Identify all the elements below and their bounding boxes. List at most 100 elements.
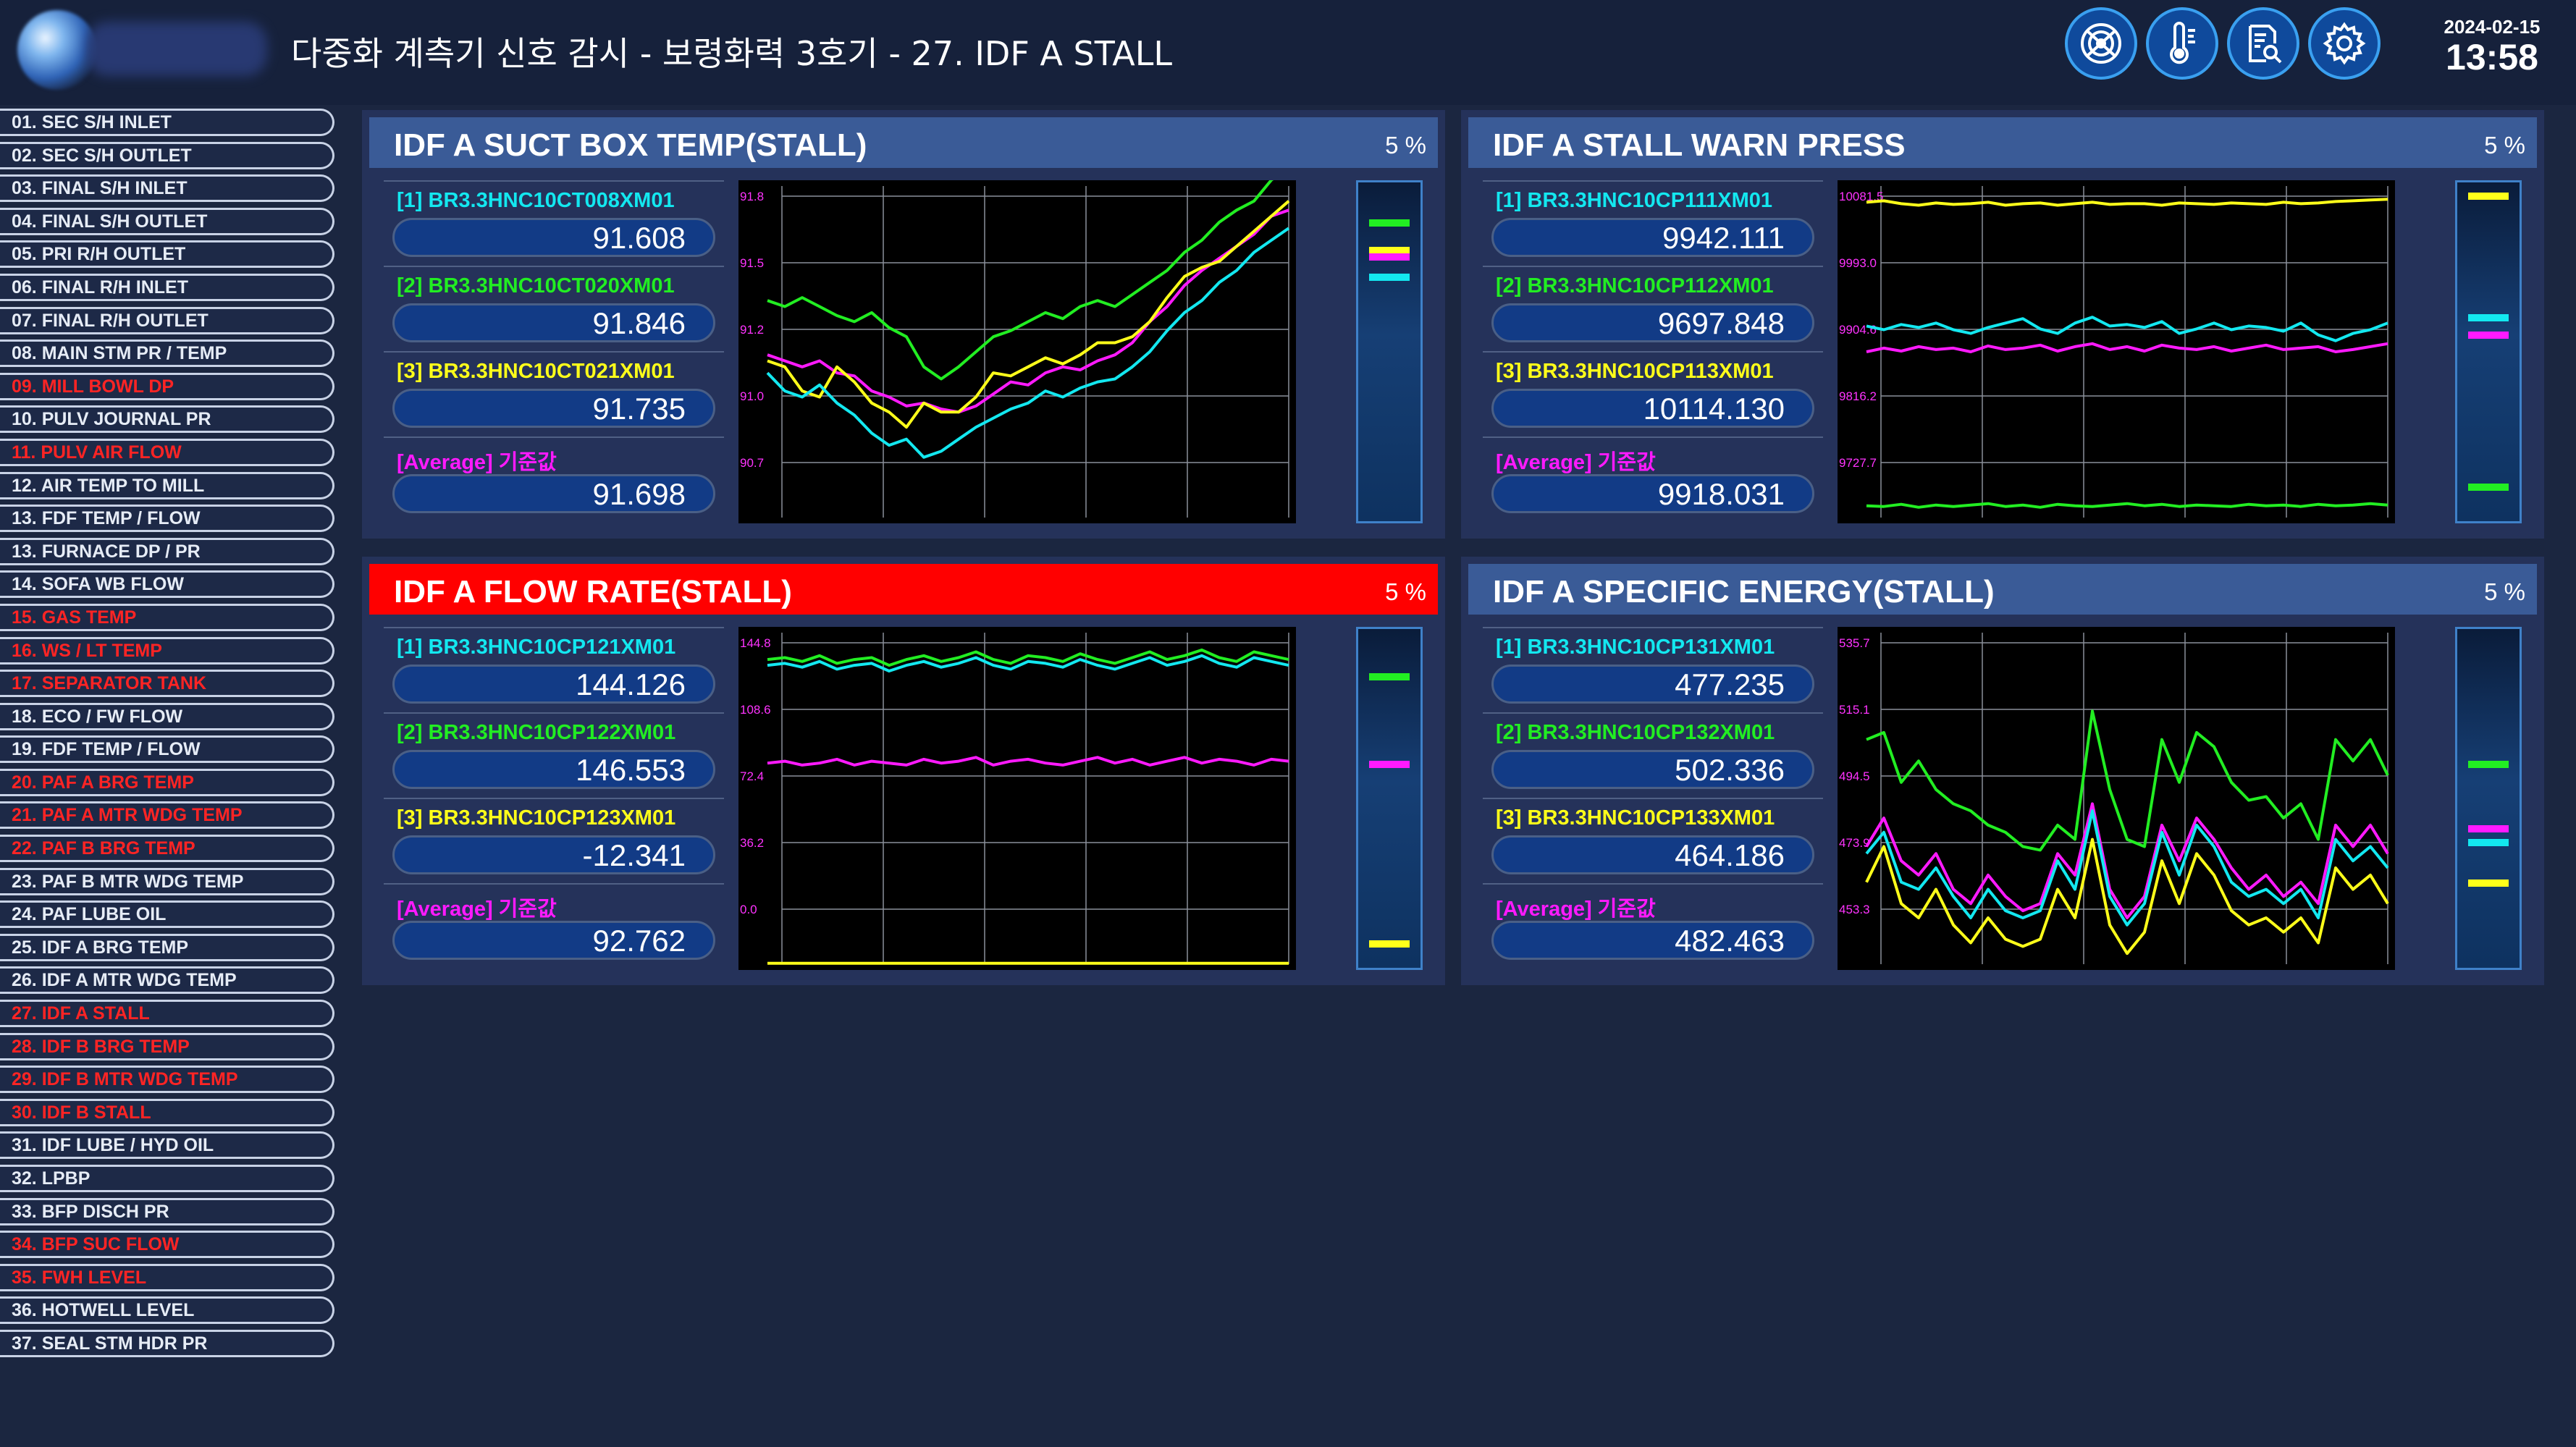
y-tick-label: 144.8 <box>740 636 771 650</box>
sidebar-item[interactable]: 28. IDF B BRG TEMP <box>0 1032 334 1060</box>
sidebar-item[interactable]: 05. PRI R/H OUTLET <box>0 240 334 269</box>
tag-label: [Average] 기준값 <box>397 898 557 921</box>
sidebar-item[interactable]: 01. SEC S/H INLET <box>0 109 334 136</box>
sidebar-item[interactable]: 10. PULV JOURNAL PR <box>0 405 334 434</box>
divider <box>384 798 724 799</box>
sidebar-item[interactable]: 13. FURNACE DP / PR <box>0 537 334 565</box>
y-tick-label: 515.1 <box>1839 703 1870 717</box>
sidebar-item[interactable]: 31. IDF LUBE / HYD OIL <box>0 1131 334 1160</box>
sidebar-item[interactable]: 11. PULV AIR FLOW <box>0 438 334 466</box>
divider <box>384 266 724 267</box>
sidebar-item[interactable]: 35. FWH LEVEL <box>0 1263 334 1291</box>
sidebar-item[interactable]: 26. IDF A MTR WDG TEMP <box>0 966 334 995</box>
sidebar-item[interactable]: 14. SOFA WB FLOW <box>0 570 334 599</box>
sidebar-item[interactable]: 20. PAF A BRG TEMP <box>0 768 334 796</box>
sidebar-item[interactable]: 19. FDF TEMP / FLOW <box>0 735 334 764</box>
y-tick-label: 453.3 <box>1839 903 1870 916</box>
sidebar-item[interactable]: 23. PAF B MTR WDG TEMP <box>0 867 334 895</box>
panel-title: IDF A STALL WARN PRESS <box>1493 127 1906 163</box>
divider <box>1483 798 1823 799</box>
sidebar-item[interactable]: 02. SEC S/H OUTLET <box>0 141 334 169</box>
panel-header: IDF A STALL WARN PRESS 5 % <box>1468 117 2537 168</box>
sidebar-item[interactable]: 22. PAF B BRG TEMP <box>0 835 334 863</box>
sidebar-item[interactable]: 24. PAF LUBE OIL <box>0 900 334 929</box>
panel-percent: 5 % <box>1385 132 1426 159</box>
sidebar-item[interactable]: 15. GAS TEMP <box>0 603 334 631</box>
sidebar-item[interactable]: 32. LPBP <box>0 1165 334 1192</box>
y-tick-label: 108.6 <box>740 703 771 717</box>
divider <box>384 712 724 714</box>
trend-chart-svg: 10081.59993.09904.69816.29727.7 <box>1839 186 2388 518</box>
tag-label: [2] BR3.3HNC10CP132XM01 <box>1496 721 1775 744</box>
panel-title: IDF A SPECIFIC ENERGY(STALL) <box>1493 574 1995 609</box>
sidebar-item[interactable]: 27. IDF A STALL <box>0 1000 334 1028</box>
sidebar-item[interactable]: 12. AIR TEMP TO MILL <box>0 471 334 499</box>
gauge-marker <box>1369 274 1410 282</box>
trend-chart[interactable]: 10081.5 9993.0 9904.6 9816.2 9727.7 <box>1838 180 2395 523</box>
tag-row: [Average] 기준값 91.698 <box>384 436 724 522</box>
sidebar-item[interactable]: 04. FINAL S/H OUTLET <box>0 207 334 235</box>
tag-label: [Average] 기준값 <box>1496 898 1656 921</box>
divider <box>384 180 724 182</box>
gauge-marker <box>2468 192 2509 200</box>
series-line <box>1866 342 2388 353</box>
tag-label: [3] BR3.3HNC10CT021XM01 <box>397 360 675 383</box>
sidebar-item[interactable]: 13. FDF TEMP / FLOW <box>0 505 334 533</box>
gauge-marker <box>2468 838 2509 846</box>
tag-value: 91.698 <box>392 474 715 513</box>
tag-label: [1] BR3.3HNC10CT008XM01 <box>397 189 675 212</box>
y-tick-label: 36.2 <box>740 836 764 850</box>
sidebar-nav: 01. SEC S/H INLET 02. SEC S/H OUTLET 03. F… <box>0 109 340 1363</box>
sidebar-item[interactable]: 07. FINAL R/H OUTLET <box>0 306 334 334</box>
series-line <box>1865 838 2389 955</box>
gauge-marker <box>2468 761 2509 769</box>
tag-row: [3] BR3.3HNC10CP113XM01 10114.130 <box>1483 351 1823 436</box>
tag-row: [2] BR3.3HNC10CP122XM01 146.553 <box>384 712 724 798</box>
tag-label: [1] BR3.3HNC10CP121XM01 <box>397 636 676 659</box>
tag-value: 502.336 <box>1491 750 1814 789</box>
sidebar-item[interactable]: 08. MAIN STM PR / TEMP <box>0 339 334 368</box>
gauge-marker <box>1369 761 1410 769</box>
y-tick-label: 91.5 <box>740 256 764 270</box>
trend-chart[interactable]: 535.7 515.1 494.5 473.9 453.3 <box>1838 627 2395 970</box>
divider <box>1483 627 1823 628</box>
company-logo <box>10 6 271 100</box>
sidebar-item[interactable]: 36. HOTWELL LEVEL <box>0 1296 334 1325</box>
sidebar-item[interactable]: 18. ECO / FW FLOW <box>0 702 334 730</box>
sidebar-item[interactable]: 09. MILL BOWL DP <box>0 372 334 400</box>
gauge-marker <box>2468 484 2509 492</box>
sidebar-item[interactable]: 17. SEPARATOR TANK <box>0 670 334 698</box>
divider <box>384 436 724 438</box>
sidebar-item[interactable]: 03. FINAL S/H INLET <box>0 174 334 203</box>
y-tick-label: 9904.6 <box>1839 323 1877 337</box>
y-tick-label: 9727.7 <box>1839 456 1877 470</box>
y-tick-label: 9993.0 <box>1839 256 1877 270</box>
tag-list: [1] BR3.3HNC10CP121XM01 144.126 [2] BR3.3H… <box>384 627 724 969</box>
thermometer-icon[interactable] <box>2146 7 2218 80</box>
tag-row: [1] BR3.3HNC10CT008XM01 91.608 <box>384 180 724 266</box>
gear-icon[interactable] <box>2308 7 2381 80</box>
trend-chart[interactable]: 144.8 108.6 72.4 36.2 0.0 <box>738 627 1296 970</box>
radar-icon[interactable] <box>2065 7 2137 80</box>
sidebar-item[interactable]: 37. SEAL STM HDR PR <box>0 1329 334 1357</box>
tag-value: 9918.031 <box>1491 474 1814 513</box>
panel-percent: 5 % <box>2484 578 2525 605</box>
gauge-marker <box>1369 219 1410 227</box>
level-gauge <box>2455 627 2522 970</box>
sidebar-item[interactable]: 16. WS / LT TEMP <box>0 636 334 665</box>
sidebar-item[interactable]: 29. IDF B MTR WDG TEMP <box>0 1066 334 1094</box>
gauge-marker <box>1369 940 1410 948</box>
sidebar-item[interactable]: 06. FINAL R/H INLET <box>0 273 334 301</box>
sidebar-item[interactable]: 25. IDF A BRG TEMP <box>0 933 334 961</box>
sidebar-item[interactable]: 33. BFP DISCH PR <box>0 1197 334 1225</box>
report-search-icon[interactable] <box>2227 7 2299 80</box>
trend-panel: IDF A STALL WARN PRESS 5 % [1] BR3.3HNC10C… <box>1461 110 2544 539</box>
tag-label: [3] BR3.3HNC10CP133XM01 <box>1496 806 1775 830</box>
sidebar-item[interactable]: 30. IDF B STALL <box>0 1098 334 1126</box>
trend-chart[interactable]: 91.8 91.5 91.2 91.0 90.7 <box>738 180 1296 523</box>
sidebar-item[interactable]: 34. BFP SUC FLOW <box>0 1231 334 1259</box>
series-line <box>1866 502 2388 509</box>
tag-row: [Average] 기준값 482.463 <box>1483 883 1823 969</box>
sidebar-item[interactable]: 21. PAF A MTR WDG TEMP <box>0 801 334 830</box>
gauge-marker <box>2468 331 2509 339</box>
